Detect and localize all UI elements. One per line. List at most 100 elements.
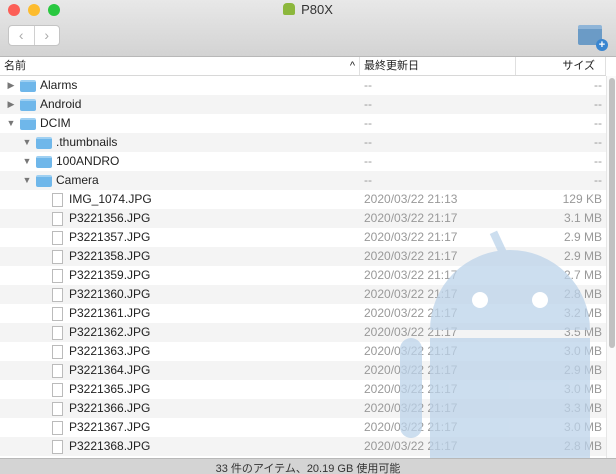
folder-row[interactable]: ▼ .thumbnails -- -- [0, 133, 606, 152]
item-name: P3221361.JPG [69, 306, 151, 320]
column-size[interactable]: サイズ [516, 57, 606, 75]
disclosure-expanded-icon[interactable]: ▼ [22, 171, 32, 190]
file-row[interactable]: P3221363.JPG 2020/03/22 21:17 3.0 MB [0, 342, 606, 361]
file-row[interactable]: P3221366.JPG 2020/03/22 21:17 3.3 MB [0, 399, 606, 418]
file-row[interactable]: IMG_1074.JPG 2020/03/22 21:13 129 KB [0, 190, 606, 209]
item-date: -- [364, 173, 372, 187]
item-date: 2020/03/22 21:17 [364, 306, 458, 320]
item-date: 2020/03/22 21:17 [364, 230, 458, 244]
file-row[interactable]: P3221367.JPG 2020/03/22 21:17 3.0 MB [0, 418, 606, 437]
item-date: 2020/03/22 21:17 [364, 439, 458, 453]
name-cell: P3221366.JPG [0, 399, 360, 418]
back-button[interactable]: ‹ [9, 26, 35, 45]
android-icon [283, 3, 296, 15]
new-folder-button[interactable]: + [578, 25, 608, 51]
file-row[interactable]: P3221359.JPG 2020/03/22 21:17 2.7 MB [0, 266, 606, 285]
file-row[interactable]: P3221358.JPG 2020/03/22 21:17 2.9 MB [0, 247, 606, 266]
file-icon [52, 306, 63, 321]
scrollbar-thumb[interactable] [609, 78, 615, 348]
file-icon [52, 268, 63, 283]
window-title: P80X [0, 1, 616, 19]
item-date: -- [364, 154, 372, 168]
item-name: P3221357.JPG [69, 230, 151, 244]
sort-ascending-icon: ^ [349, 60, 355, 72]
vertical-scrollbar[interactable] [606, 76, 616, 458]
file-row[interactable]: P3221362.JPG 2020/03/22 21:17 3.5 MB [0, 323, 606, 342]
column-name[interactable]: 名前 ^ [0, 57, 360, 75]
window-title-text: P80X [301, 2, 333, 17]
item-size: 3.3 MB [563, 401, 602, 415]
name-cell: P3221363.JPG [0, 342, 360, 361]
file-row[interactable]: P3221368.JPG 2020/03/22 21:17 2.8 MB [0, 437, 606, 456]
folder-row[interactable]: ▶ Android -- -- [0, 95, 606, 114]
disclosure-collapsed-icon[interactable]: ▶ [6, 76, 16, 95]
item-size: -- [594, 135, 602, 149]
file-row[interactable]: P3221365.JPG 2020/03/22 21:17 3.0 MB [0, 380, 606, 399]
file-icon [52, 230, 63, 245]
item-date: 2020/03/22 21:17 [364, 287, 458, 301]
column-header: 名前 ^ 最終更新日 サイズ [0, 57, 606, 76]
item-date: -- [364, 78, 372, 92]
name-cell: ▶ Alarms [0, 76, 360, 95]
folder-row[interactable]: ▼ DCIM -- -- [0, 114, 606, 133]
file-row[interactable]: P3221364.JPG 2020/03/22 21:17 2.9 MB [0, 361, 606, 380]
item-date: -- [364, 97, 372, 111]
item-name: .thumbnails [56, 135, 118, 149]
item-name: P3221359.JPG [69, 268, 151, 282]
file-row[interactable]: P3221361.JPG 2020/03/22 21:17 3.2 MB [0, 304, 606, 323]
item-size: 129 KB [562, 192, 602, 206]
item-date: 2020/03/22 21:13 [364, 192, 458, 206]
item-size: 3.0 MB [563, 382, 602, 396]
file-icon [52, 192, 63, 207]
name-cell: IMG_1074.JPG [0, 190, 360, 209]
name-cell: ▼ 100ANDRO [0, 152, 360, 171]
name-cell: ▶ Android [0, 95, 360, 114]
item-size: 3.5 MB [563, 325, 602, 339]
disclosure-expanded-icon[interactable]: ▼ [6, 114, 16, 133]
item-size: -- [594, 173, 602, 187]
folder-row[interactable]: ▶ Alarms -- -- [0, 76, 606, 95]
status-bar: 33 件のアイテム、20.19 GB 使用可能 [0, 458, 616, 474]
nav-buttons: ‹ › [8, 25, 60, 46]
item-date: 2020/03/22 21:17 [364, 344, 458, 358]
item-name: IMG_1074.JPG [69, 192, 152, 206]
folder-row[interactable]: ▼ 100ANDRO -- -- [0, 152, 606, 171]
item-name: P3221364.JPG [69, 363, 151, 377]
folder-row[interactable]: ▼ Camera -- -- [0, 171, 606, 190]
file-row[interactable]: P3221356.JPG 2020/03/22 21:17 3.1 MB [0, 209, 606, 228]
item-name: Android [40, 97, 82, 111]
name-cell: ▼ Camera [0, 171, 360, 190]
item-name: P3221358.JPG [69, 249, 151, 263]
file-icon [52, 325, 63, 340]
item-name: P3221356.JPG [69, 211, 151, 225]
item-size: 3.1 MB [563, 211, 602, 225]
item-size: 2.9 MB [563, 363, 602, 377]
item-date: -- [364, 135, 372, 149]
file-icon [52, 287, 63, 302]
folder-icon [36, 136, 52, 149]
column-date[interactable]: 最終更新日 [360, 57, 516, 75]
file-icon [52, 439, 63, 454]
forward-button[interactable]: › [35, 26, 60, 45]
disclosure-expanded-icon[interactable]: ▼ [22, 133, 32, 152]
file-icon [52, 382, 63, 397]
disclosure-collapsed-icon[interactable]: ▶ [6, 95, 16, 114]
file-row[interactable]: P3221360.JPG 2020/03/22 21:17 2.8 MB [0, 285, 606, 304]
name-cell: P3221360.JPG [0, 285, 360, 304]
name-cell: ▼ DCIM [0, 114, 360, 133]
folder-icon [20, 117, 36, 130]
item-size: 2.8 MB [563, 287, 602, 301]
folder-icon [36, 174, 52, 187]
title-bar: P80X ‹ › + [0, 0, 616, 57]
folder-icon [20, 98, 36, 111]
file-row[interactable]: P3221357.JPG 2020/03/22 21:17 2.9 MB [0, 228, 606, 247]
item-name: 100ANDRO [56, 154, 120, 168]
item-date: 2020/03/22 21:17 [364, 325, 458, 339]
name-cell: P3221356.JPG [0, 209, 360, 228]
disclosure-expanded-icon[interactable]: ▼ [22, 152, 32, 171]
item-date: 2020/03/22 21:17 [364, 249, 458, 263]
item-name: P3221366.JPG [69, 401, 151, 415]
item-date: -- [364, 116, 372, 130]
item-size: 2.9 MB [563, 230, 602, 244]
item-size: 2.9 MB [563, 249, 602, 263]
